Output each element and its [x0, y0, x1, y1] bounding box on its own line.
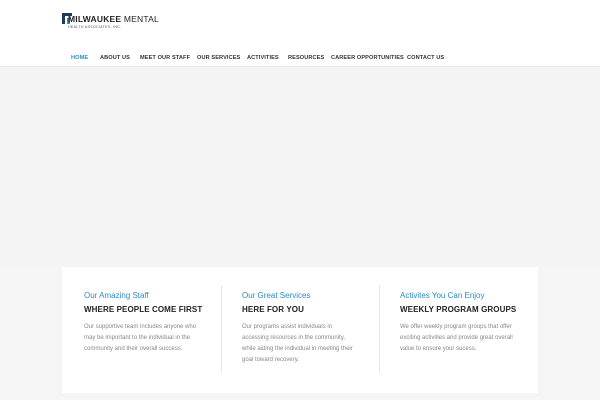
feature-subtitle: Activites You Can Enjoy [400, 291, 485, 300]
feature-title: HERE FOR YOU [242, 305, 304, 314]
logo-wordmark: MILWAUKEE MENTAL [68, 14, 159, 24]
logo-name-regular: MENTAL [123, 14, 159, 24]
main-nav: HOME ABOUT US MEET OUR STAFF OUR SERVICE… [0, 48, 600, 66]
feature-title: WEEKLY PROGRAM GROUPS [400, 305, 517, 314]
feature-subtitle: Our Great Services [242, 291, 311, 300]
hero-banner [0, 66, 600, 266]
site-header: MILWAUKEE MENTAL HEALTH ASSOCIATES, INC. [0, 0, 600, 48]
nav-item-meet-our-staff[interactable]: MEET OUR STAFF [140, 55, 190, 61]
features-panel: Our Amazing Staff WHERE PEOPLE COME FIRS… [62, 267, 538, 393]
feature-title: WHERE PEOPLE COME FIRST [84, 305, 203, 314]
nav-item-career-opportunities[interactable]: CAREER OPPORTUNITIES [331, 55, 404, 61]
nav-item-home[interactable]: HOME [71, 55, 88, 61]
feature-text: Our supportive team includes anyone who … [84, 324, 197, 352]
nav-item-activities[interactable]: ACTIVITIES [247, 55, 279, 61]
nav-item-resources[interactable]: RESOURCES [288, 55, 324, 61]
feature-card-services: Our Great Services HERE FOR YOU Our prog… [220, 267, 378, 393]
nav-item-our-services[interactable]: OUR SERVICES [197, 55, 240, 61]
logo-name-bold: MILWAUKEE [68, 14, 122, 24]
site-logo[interactable]: MILWAUKEE MENTAL HEALTH ASSOCIATES, INC. [62, 12, 159, 32]
feature-card-activities: Activites You Can Enjoy WEEKLY PROGRAM G… [378, 267, 536, 393]
feature-subtitle: Our Amazing Staff [84, 291, 149, 300]
feature-text: Our programs assist individuals in acces… [242, 324, 353, 363]
logo-tagline: HEALTH ASSOCIATES, INC. [68, 25, 122, 29]
feature-text: We offer weekly program groups that offe… [400, 324, 513, 352]
nav-item-contact-us[interactable]: CONTACT US [407, 55, 444, 61]
feature-card-staff: Our Amazing Staff WHERE PEOPLE COME FIRS… [62, 267, 220, 393]
nav-item-about-us[interactable]: ABOUT US [100, 55, 130, 61]
